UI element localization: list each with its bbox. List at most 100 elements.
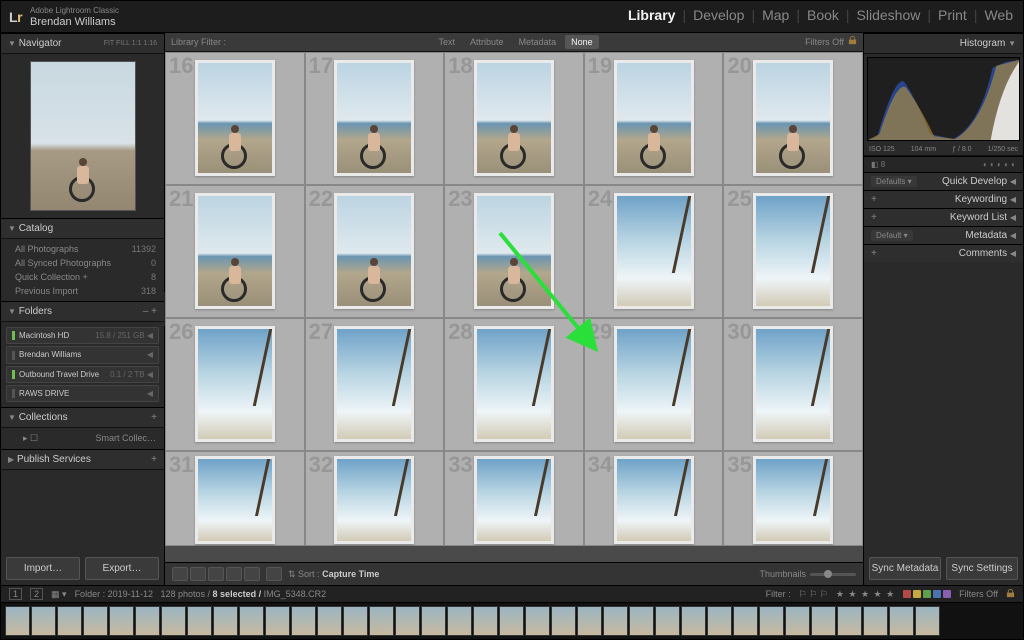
sync-settings-button[interactable]: Sync Settings — [946, 557, 1018, 580]
rating-filter[interactable]: ★ ★ ★ ★ ★ — [836, 589, 895, 600]
filmstrip-thumb[interactable] — [655, 606, 680, 636]
sync-metadata-button[interactable]: Sync Metadata — [869, 557, 941, 580]
catalog-item[interactable]: Quick Collection +8 — [1, 270, 164, 284]
module-develop[interactable]: Develop — [693, 7, 744, 23]
filmstrip-thumb[interactable] — [551, 606, 576, 636]
catalog-item[interactable]: All Synced Photographs0 — [1, 256, 164, 270]
second-window-icon-2[interactable]: 2 — [30, 588, 43, 600]
histogram[interactable] — [867, 57, 1020, 141]
filmstrip-thumb[interactable] — [837, 606, 862, 636]
filter-tab-metadata[interactable]: Metadata — [513, 35, 563, 49]
thumbnail-cell[interactable]: 25 — [723, 185, 863, 318]
folders-add-remove[interactable]: – + — [143, 306, 157, 317]
painter-icon[interactable] — [266, 567, 282, 581]
thumbnail-cell[interactable]: 32 — [305, 451, 445, 546]
catalog-header[interactable]: ▼ Catalog — [1, 218, 164, 239]
thumbnail-cell[interactable]: 29 — [584, 318, 724, 451]
filmstrip-thumb[interactable] — [31, 606, 56, 636]
navigator-preview[interactable] — [1, 54, 164, 218]
lock-icon[interactable] — [848, 36, 857, 47]
module-library[interactable]: Library — [628, 7, 675, 23]
import-button[interactable]: Import… — [6, 557, 80, 580]
filmstrip-thumb[interactable] — [707, 606, 732, 636]
color-chip[interactable] — [943, 590, 951, 598]
filmstrip-thumb[interactable] — [83, 606, 108, 636]
color-label-filter[interactable] — [903, 590, 951, 598]
navigator-zoom-modes[interactable]: FIT FILL 1:1 1:16 — [104, 40, 157, 47]
thumbnail-cell[interactable]: 21 — [165, 185, 305, 318]
filmstrip-thumb[interactable] — [629, 606, 654, 636]
filmstrip-thumb[interactable] — [785, 606, 810, 636]
color-chip[interactable] — [913, 590, 921, 598]
filter-tab-none[interactable]: None — [565, 35, 599, 49]
survey-view-icon[interactable] — [226, 567, 242, 581]
filmstrip-thumb[interactable] — [317, 606, 342, 636]
thumbnail-cell[interactable]: 27 — [305, 318, 445, 451]
filters-off-status[interactable]: Filters Off — [959, 589, 998, 599]
filmstrip-thumb[interactable] — [291, 606, 316, 636]
filmstrip-thumb[interactable] — [57, 606, 82, 636]
thumbnail-cell[interactable]: 34 — [584, 451, 724, 546]
module-slideshow[interactable]: Slideshow — [857, 7, 921, 23]
color-chip[interactable] — [923, 590, 931, 598]
filmstrip-thumb[interactable] — [733, 606, 758, 636]
sort-control[interactable]: ⇅ Sort : Capture Time — [288, 569, 379, 580]
collections-add[interactable]: + — [151, 412, 157, 423]
module-book[interactable]: Book — [807, 7, 839, 23]
thumbnail-cell[interactable]: 30 — [723, 318, 863, 451]
filmstrip-thumb[interactable] — [863, 606, 888, 636]
histogram-header[interactable]: Histogram ▼ — [864, 33, 1023, 54]
filmstrip-thumb[interactable] — [135, 606, 160, 636]
filmstrip-thumb[interactable] — [187, 606, 212, 636]
filmstrip-thumb[interactable] — [577, 606, 602, 636]
navigator-header[interactable]: ▼ Navigator FIT FILL 1:1 1:16 — [1, 33, 164, 54]
color-chip[interactable] — [933, 590, 941, 598]
people-view-icon[interactable] — [244, 567, 260, 581]
folders-header[interactable]: ▼ Folders – + — [1, 301, 164, 322]
filter-tab-attribute[interactable]: Attribute — [464, 35, 510, 49]
thumbnail-cell[interactable]: 31 — [165, 451, 305, 546]
filmstrip-thumb[interactable] — [525, 606, 550, 636]
filmstrip-thumb[interactable] — [395, 606, 420, 636]
thumbnail-cell[interactable]: 17 — [305, 52, 445, 185]
thumbnail-cell[interactable]: 33 — [444, 451, 584, 546]
filmstrip-thumb[interactable] — [5, 606, 30, 636]
thumbnail-cell[interactable]: 22 — [305, 185, 445, 318]
catalog-item[interactable]: All Photographs11392 — [1, 242, 164, 256]
filmstrip-thumb[interactable] — [759, 606, 784, 636]
volume-macintosh-hd[interactable]: Macintosh HD15.8 / 251 GB ◀ — [6, 327, 159, 344]
smart-collections-item[interactable]: ▸ ☐ Smart Collec… — [1, 431, 164, 446]
publish-add[interactable]: + — [151, 454, 157, 465]
publish-services-header[interactable]: ▶ Publish Services + — [1, 449, 164, 470]
panel-comments[interactable]: +Comments ◀ — [864, 244, 1023, 262]
export-button[interactable]: Export… — [85, 557, 159, 580]
volume-brendan-williams[interactable]: Brendan Williams ◀ — [6, 346, 159, 363]
thumbnail-cell[interactable]: 23 — [444, 185, 584, 318]
thumbnail-cell[interactable]: 20 — [723, 52, 863, 185]
filmstrip-thumb[interactable] — [473, 606, 498, 636]
filmstrip-thumb[interactable] — [265, 606, 290, 636]
filmstrip[interactable] — [1, 602, 1023, 639]
grid-view-icon[interactable] — [172, 567, 188, 581]
volume-outbound-travel-drive[interactable]: Outbound Travel Drive0.1 / 2 TB ◀ — [6, 366, 159, 383]
second-window-icon[interactable]: 1 — [9, 588, 22, 600]
filter-tab-text[interactable]: Text — [433, 35, 462, 49]
filmstrip-thumb[interactable] — [369, 606, 394, 636]
histogram-toggles[interactable]: ◧ 8◐ ◐ ◐ ◐ ◐ — [864, 156, 1023, 172]
panel-quick-develop[interactable]: Defaults ▾Quick Develop ◀ — [864, 172, 1023, 190]
filmstrip-thumb[interactable] — [109, 606, 134, 636]
filmstrip-thumb[interactable] — [499, 606, 524, 636]
grid-mini-icon[interactable]: ▦ ▾ — [51, 589, 67, 600]
filmstrip-thumb[interactable] — [681, 606, 706, 636]
panel-keywording[interactable]: +Keywording ◀ — [864, 190, 1023, 208]
thumbnail-cell[interactable]: 26 — [165, 318, 305, 451]
catalog-item[interactable]: Previous Import318 — [1, 284, 164, 298]
compare-view-icon[interactable] — [208, 567, 224, 581]
volume-raws-drive[interactable]: RAWS DRIVE ◀ — [6, 385, 159, 402]
flag-filter-icons[interactable]: ⚐ ⚐ ⚐ — [799, 589, 828, 600]
module-web[interactable]: Web — [984, 7, 1013, 23]
panel-metadata[interactable]: Default ▾Metadata ◀ — [864, 226, 1023, 244]
filmstrip-thumb[interactable] — [213, 606, 238, 636]
filmstrip-thumb[interactable] — [811, 606, 836, 636]
color-chip[interactable] — [903, 590, 911, 598]
